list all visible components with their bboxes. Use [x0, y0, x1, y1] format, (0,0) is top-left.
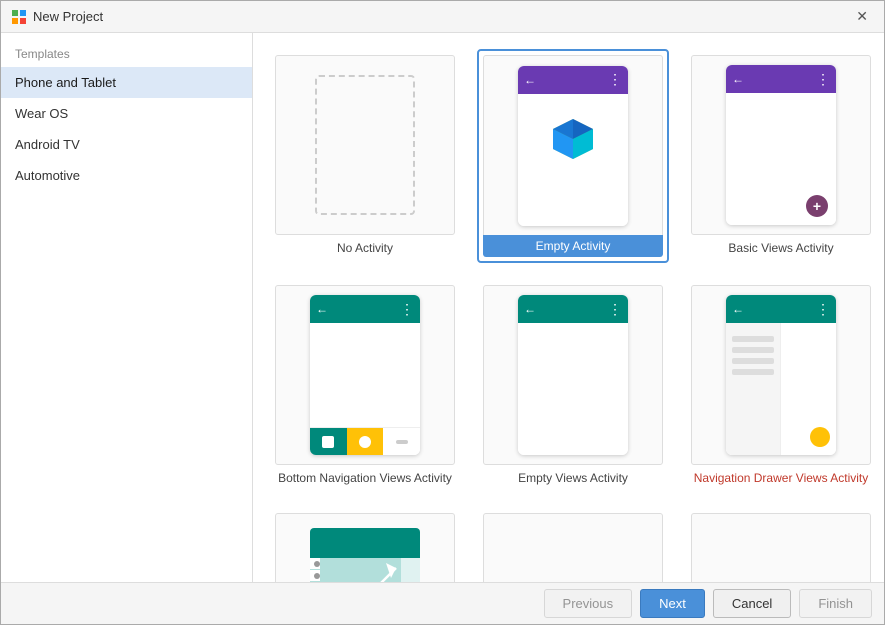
finish-button[interactable]: Finish [799, 589, 872, 618]
more-dots-icon: ⋮ [400, 301, 414, 318]
no-activity-preview [275, 55, 455, 235]
empty-activity-bar: ← ⋮ [518, 66, 628, 94]
spreadsheet-header [310, 528, 420, 558]
back-arrow-icon: ← [524, 73, 536, 87]
basic-views-phone-mock: ← ⋮ + [726, 65, 836, 225]
bottom-nav-footer [310, 427, 420, 455]
sidebar-item-phone-tablet[interactable]: Phone and Tablet [1, 67, 252, 98]
empty-views-phone-mock: ← ⋮ [518, 295, 628, 455]
no-activity-dashed-box [315, 75, 415, 215]
bottom-nav-bar: ← ⋮ [310, 295, 420, 323]
sidebar-item-android-tv[interactable]: Android TV [1, 129, 252, 160]
bottom-nav-body [310, 323, 420, 455]
template-spreadsheet[interactable]: Spreadsheet Activity [269, 507, 461, 582]
template-cpp[interactable]: C++ Native C++ Activity [685, 507, 877, 582]
nav-drawer-main [781, 323, 836, 455]
back-arrow-icon: ← [732, 302, 744, 316]
empty-views-label: Empty Views Activity [518, 471, 628, 485]
spreadsheet-left-col [310, 558, 321, 582]
templates-grid: No Activity ← ⋮ [269, 49, 868, 582]
main-window: New Project ✕ Templates Phone and Tablet… [0, 0, 885, 625]
basic-views-preview: ← ⋮ + [691, 55, 871, 235]
basic-views-bar: ← ⋮ [726, 65, 836, 93]
sidebar: Templates Phone and Tablet Wear OS Andro… [1, 33, 253, 582]
empty-views-bar: ← ⋮ [518, 295, 628, 323]
bottom-nav-preview: ← ⋮ [275, 285, 455, 465]
template-nav-drawer[interactable]: ← ⋮ [685, 279, 877, 491]
basic-views-label: Basic Views Activity [728, 241, 833, 255]
nav-drawer-side [726, 323, 781, 455]
empty-activity-preview: ← ⋮ [483, 55, 663, 235]
next-button[interactable]: Next [640, 589, 705, 618]
footer: Previous Next Cancel Finish [1, 582, 884, 624]
more-dots-icon: ⋮ [608, 71, 622, 88]
empty-views-preview: ← ⋮ [483, 285, 663, 465]
app-logo-icon [548, 114, 598, 164]
bottom-nav-item-1 [310, 428, 347, 455]
back-arrow-icon: ← [524, 302, 536, 316]
bottom-nav-phone-mock: ← ⋮ [310, 295, 420, 455]
previous-button[interactable]: Previous [544, 589, 633, 618]
more-dots-icon: ⋮ [816, 301, 830, 318]
empty-activity-phone-mock: ← ⋮ [518, 66, 628, 226]
sidebar-section-label: Templates [1, 37, 252, 67]
nav-drawer-phone-mock: ← ⋮ [726, 295, 836, 455]
template-no-activity[interactable]: No Activity [269, 49, 461, 263]
spreadsheet-chart [321, 558, 401, 582]
back-arrow-icon: ← [732, 72, 744, 86]
close-button[interactable]: ✕ [850, 6, 874, 27]
nav-drawer-label: Navigation Drawer Views Activity [694, 471, 869, 485]
spreadsheet-mock [310, 528, 420, 582]
chart-svg [321, 558, 401, 582]
bottom-nav-label: Bottom Navigation Views Activity [278, 471, 452, 485]
template-bottom-nav[interactable]: ← ⋮ [269, 279, 461, 491]
template-empty-views[interactable]: ← ⋮ Empty Views Activity [477, 279, 669, 491]
nav-drawer-preview: ← ⋮ [691, 285, 871, 465]
fab-icon: + [806, 195, 828, 217]
template-game[interactable]: 🎮 Game Activity [477, 507, 669, 582]
basic-views-body: + [726, 93, 836, 225]
nav-drawer-fab [810, 427, 830, 447]
bottom-nav-item-2 [347, 428, 384, 455]
bottom-nav-item-3 [383, 428, 420, 455]
more-dots-icon: ⋮ [816, 71, 830, 88]
templates-area: No Activity ← ⋮ [253, 33, 884, 582]
nav-drawer-bar: ← ⋮ [726, 295, 836, 323]
title-bar: New Project ✕ [1, 1, 884, 33]
back-arrow-icon: ← [316, 302, 328, 316]
template-basic-views[interactable]: ← ⋮ + Basic Views Activity [685, 49, 877, 263]
window-icon [11, 9, 27, 25]
cancel-button[interactable]: Cancel [713, 589, 791, 618]
cpp-preview: C++ [691, 513, 871, 582]
empty-views-body [518, 323, 628, 455]
game-preview: 🎮 [483, 513, 663, 582]
sidebar-item-wear-os[interactable]: Wear OS [1, 98, 252, 129]
no-activity-label: No Activity [337, 241, 393, 255]
nav-drawer-body [726, 323, 836, 455]
spreadsheet-preview [275, 513, 455, 582]
more-dots-icon: ⋮ [608, 301, 622, 318]
window-title: New Project [33, 9, 850, 24]
empty-activity-body [518, 94, 628, 226]
game-controller-icon: 🎮 [548, 580, 598, 583]
sidebar-item-automotive[interactable]: Automotive [1, 160, 252, 191]
content-area: Templates Phone and Tablet Wear OS Andro… [1, 33, 884, 582]
empty-activity-label: Empty Activity [483, 235, 663, 257]
template-empty-activity[interactable]: ← ⋮ [477, 49, 669, 263]
